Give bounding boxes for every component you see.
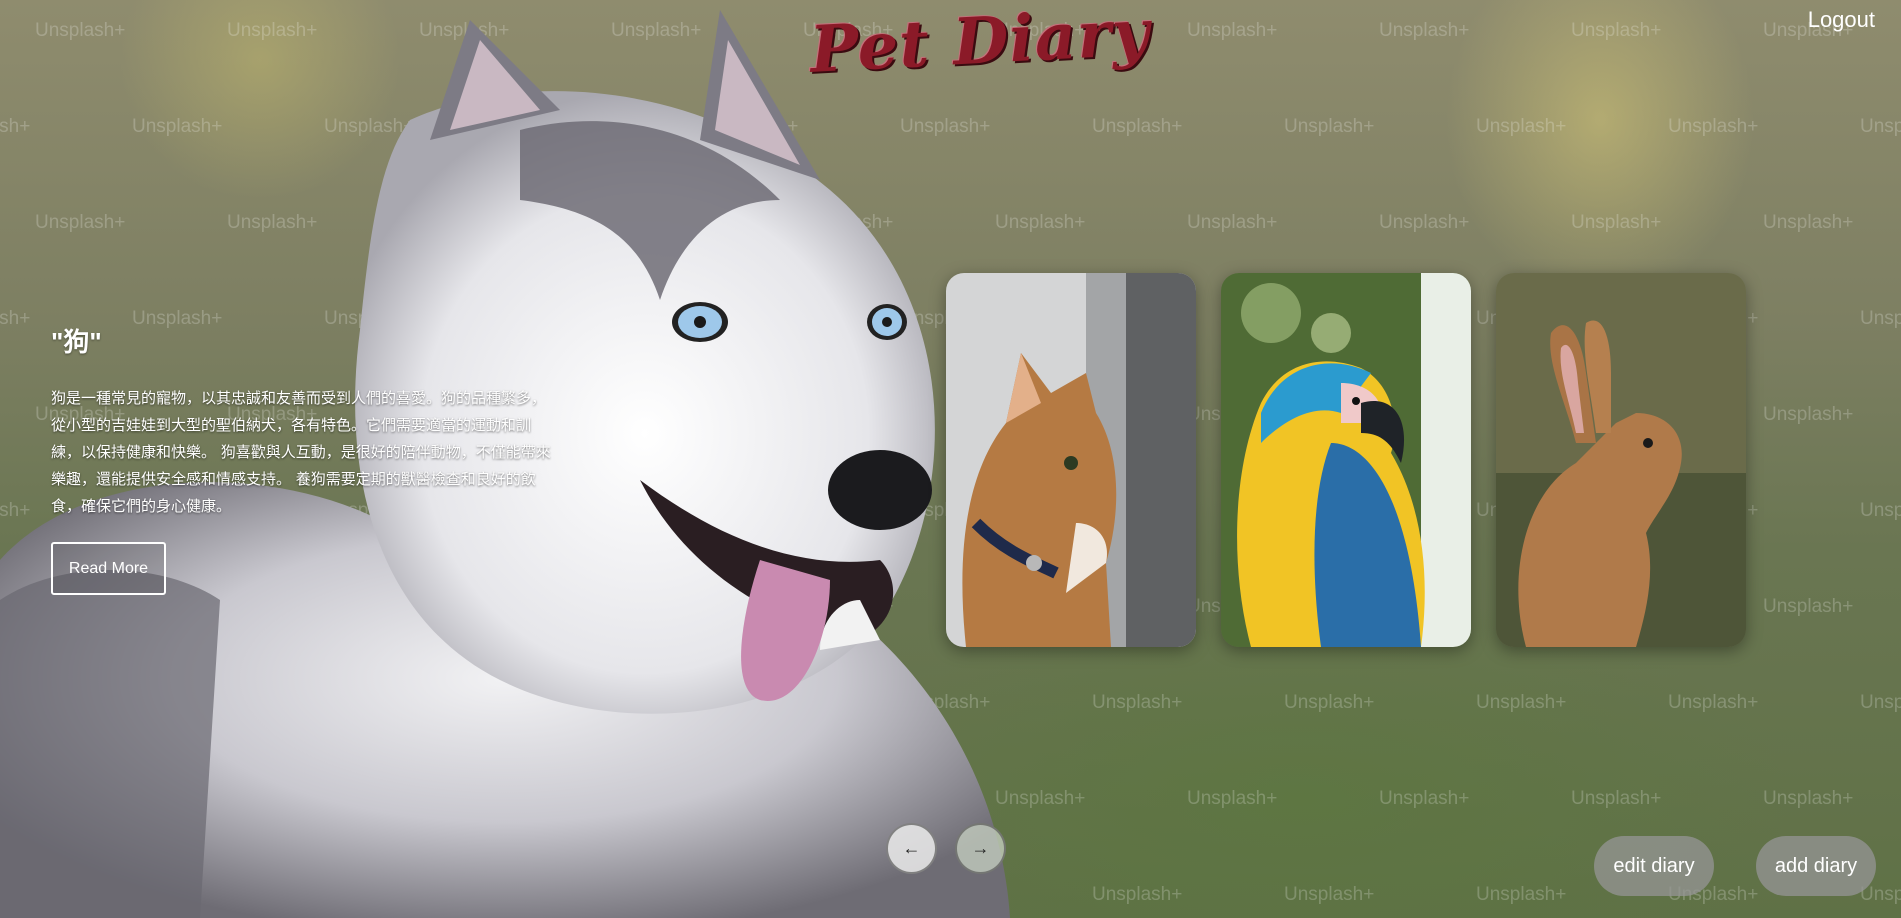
read-more-button[interactable]: Read More: [51, 542, 166, 595]
unsplash-watermark: Unsplash+: [1092, 884, 1183, 905]
edit-diary-button[interactable]: edit diary: [1594, 836, 1714, 896]
unsplash-watermark: Unsplash+: [1860, 308, 1901, 329]
unsplash-watermark: Unsplash+: [1476, 116, 1567, 137]
brand-logo[interactable]: Pet Diary: [808, 0, 1152, 88]
cat-card[interactable]: [946, 273, 1196, 647]
unsplash-watermark: Unsplash+: [1187, 788, 1278, 809]
feature-info: "狗" 狗是一種常見的寵物，以其忠誠和友善而受到人們的喜愛。狗的品種繁多， 從小…: [51, 322, 551, 520]
carousel-prev-button[interactable]: ←: [886, 823, 937, 874]
unsplash-watermark: Unsplash+: [1860, 692, 1901, 713]
unsplash-watermark: Unsplash+: [1860, 116, 1901, 137]
unsplash-watermark: Unsplash+: [1284, 884, 1375, 905]
unsplash-watermark: Unsplash+: [1092, 692, 1183, 713]
unsplash-watermark: Unsplash+: [1763, 596, 1854, 617]
unsplash-watermark: Unsplash+: [1379, 20, 1470, 41]
unsplash-watermark: Unsplash+: [1571, 20, 1662, 41]
unsplash-watermark: Unsplash+: [1668, 692, 1759, 713]
unsplash-watermark: Unsplash+: [1860, 500, 1901, 521]
arrow-left-icon: ←: [902, 838, 921, 858]
unsplash-watermark: Unsplash+: [1571, 788, 1662, 809]
unsplash-watermark: Unsplash+: [1668, 116, 1759, 137]
add-diary-button[interactable]: add diary: [1756, 836, 1876, 896]
feature-title: "狗": [51, 327, 102, 357]
parrot-card[interactable]: [1221, 273, 1471, 647]
rabbit-photo-icon: [1496, 273, 1746, 647]
logout-button[interactable]: Logout: [1802, 6, 1881, 34]
unsplash-watermark: Unsplash+: [1763, 404, 1854, 425]
unsplash-watermark: Unsplash+: [1284, 116, 1375, 137]
rabbit-card[interactable]: [1496, 273, 1746, 647]
unsplash-watermark: Unsplash+: [1379, 212, 1470, 233]
unsplash-watermark: Unsplash+: [1187, 20, 1278, 41]
unsplash-watermark: Unsplash+: [1476, 692, 1567, 713]
cat-photo-icon: [946, 273, 1196, 647]
unsplash-watermark: Unsplash+: [1476, 884, 1567, 905]
unsplash-watermark: Unsplash+: [1571, 212, 1662, 233]
feature-description: 狗是一種常見的寵物，以其忠誠和友善而受到人們的喜愛。狗的品種繁多， 從小型的吉娃…: [51, 389, 551, 515]
unsplash-watermark: Unsplash+: [1284, 692, 1375, 713]
unsplash-watermark: Unsplash+: [1379, 788, 1470, 809]
unsplash-watermark: Unsplash+: [1763, 788, 1854, 809]
unsplash-watermark: Unsplash+: [1187, 212, 1278, 233]
carousel-next-button[interactable]: →: [955, 823, 1006, 874]
pet-diary-page: Unsplash+ Unsplash+ Unsplash+ Unsplash+ Unsp…: [0, 0, 1901, 918]
unsplash-watermark: Unsplash+: [1092, 116, 1183, 137]
unsplash-watermark: Unsplash+: [1763, 212, 1854, 233]
parrot-photo-icon: [1221, 273, 1471, 647]
arrow-right-icon: →: [971, 838, 990, 858]
